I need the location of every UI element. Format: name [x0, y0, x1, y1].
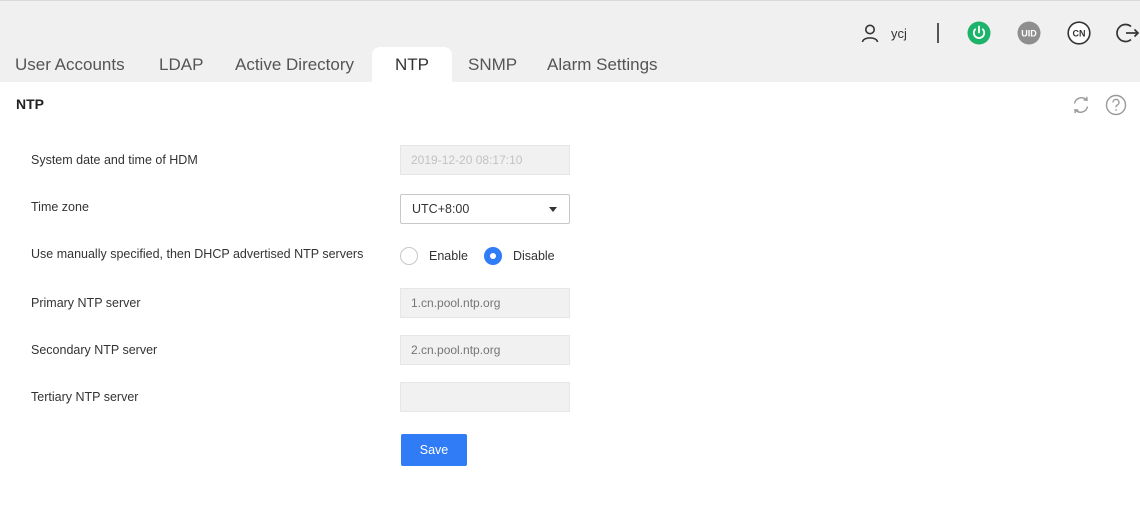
- caret-down-icon: [549, 207, 557, 212]
- user-menu[interactable]: ycj: [860, 21, 907, 45]
- time-zone-select[interactable]: UTC+8:00: [400, 194, 570, 224]
- tertiary-ntp-input[interactable]: [400, 382, 570, 412]
- help-icon[interactable]: [1105, 94, 1127, 116]
- language-icon[interactable]: CN: [1067, 21, 1091, 45]
- tab-ntp[interactable]: NTP: [372, 47, 452, 83]
- tab-ldap[interactable]: LDAP: [159, 47, 203, 83]
- primary-ntp-input[interactable]: [400, 288, 570, 318]
- time-zone-label: Time zone: [31, 200, 89, 214]
- logout-icon[interactable]: [1116, 21, 1140, 45]
- tertiary-ntp-label: Tertiary NTP server: [31, 390, 139, 404]
- secondary-ntp-label: Secondary NTP server: [31, 343, 158, 357]
- ntp-panel: NTP System date and time of HDM 2019-12-…: [0, 82, 1140, 522]
- secondary-ntp-input[interactable]: [400, 335, 570, 365]
- primary-ntp-label: Primary NTP server: [31, 296, 141, 310]
- disable-radio[interactable]: [483, 247, 502, 265]
- power-icon[interactable]: [967, 21, 991, 45]
- save-button[interactable]: Save: [401, 434, 467, 466]
- disable-radio-label[interactable]: Disable: [513, 249, 555, 263]
- uid-icon[interactable]: UID: [1017, 21, 1041, 45]
- tab-active-directory[interactable]: Active Directory: [235, 47, 354, 83]
- uid-label: UID: [1021, 29, 1037, 39]
- manual-dhcp-label: Use manually specified, then DHCP advert…: [31, 247, 364, 261]
- system-time-label: System date and time of HDM: [31, 153, 198, 167]
- user-icon: [861, 24, 879, 43]
- username: ycj: [891, 25, 907, 41]
- manual-dhcp-radio-group: Enable Disable: [400, 246, 571, 266]
- system-time-field: 2019-12-20 08:17:10: [400, 145, 570, 175]
- refresh-icon[interactable]: [1070, 94, 1092, 116]
- enable-radio-label[interactable]: Enable: [429, 249, 468, 263]
- panel-title: NTP: [16, 96, 44, 112]
- enable-radio[interactable]: [400, 247, 418, 265]
- time-zone-value: UTC+8:00: [412, 202, 470, 216]
- tab-alarm-settings[interactable]: Alarm Settings: [547, 47, 658, 83]
- tab-snmp[interactable]: SNMP: [468, 47, 517, 83]
- tab-user-accounts[interactable]: User Accounts: [15, 47, 125, 83]
- header-divider: [937, 23, 939, 43]
- language-label: CN: [1073, 29, 1086, 39]
- top-bar: ycj UID CN User Accounts LDAP Active Dir…: [0, 0, 1140, 83]
